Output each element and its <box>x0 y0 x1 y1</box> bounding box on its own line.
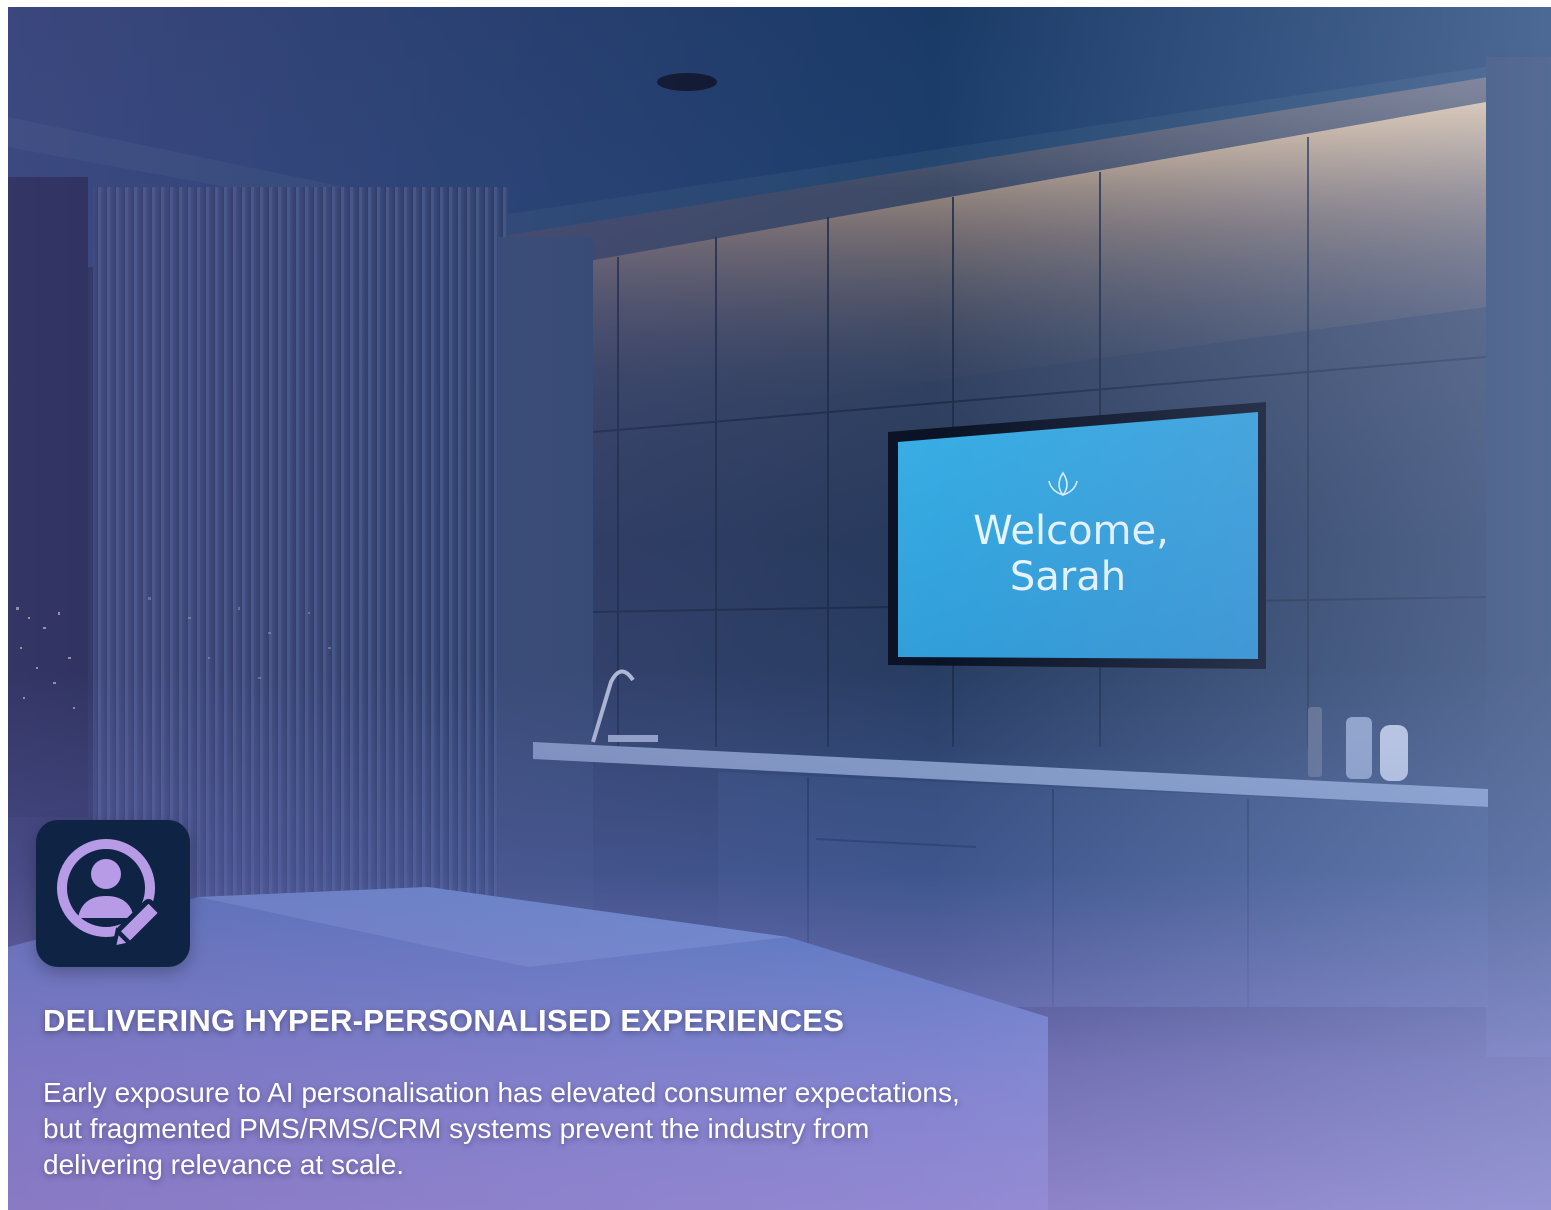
user-edit-icon <box>57 839 163 951</box>
feature-badge <box>36 820 190 967</box>
feature-card: Welcome, Sarah DELIVERING HYPER-PERSONAL… <box>8 7 1551 1210</box>
tv-greeting-line1: Welcome, <box>973 508 1169 554</box>
card-body: Early exposure to AI personalisation has… <box>43 1077 960 1180</box>
card-title: DELIVERING HYPER-PERSONALISED EXPERIENCE… <box>43 1003 845 1038</box>
tv-greeting-line2: Sarah <box>1010 554 1126 600</box>
